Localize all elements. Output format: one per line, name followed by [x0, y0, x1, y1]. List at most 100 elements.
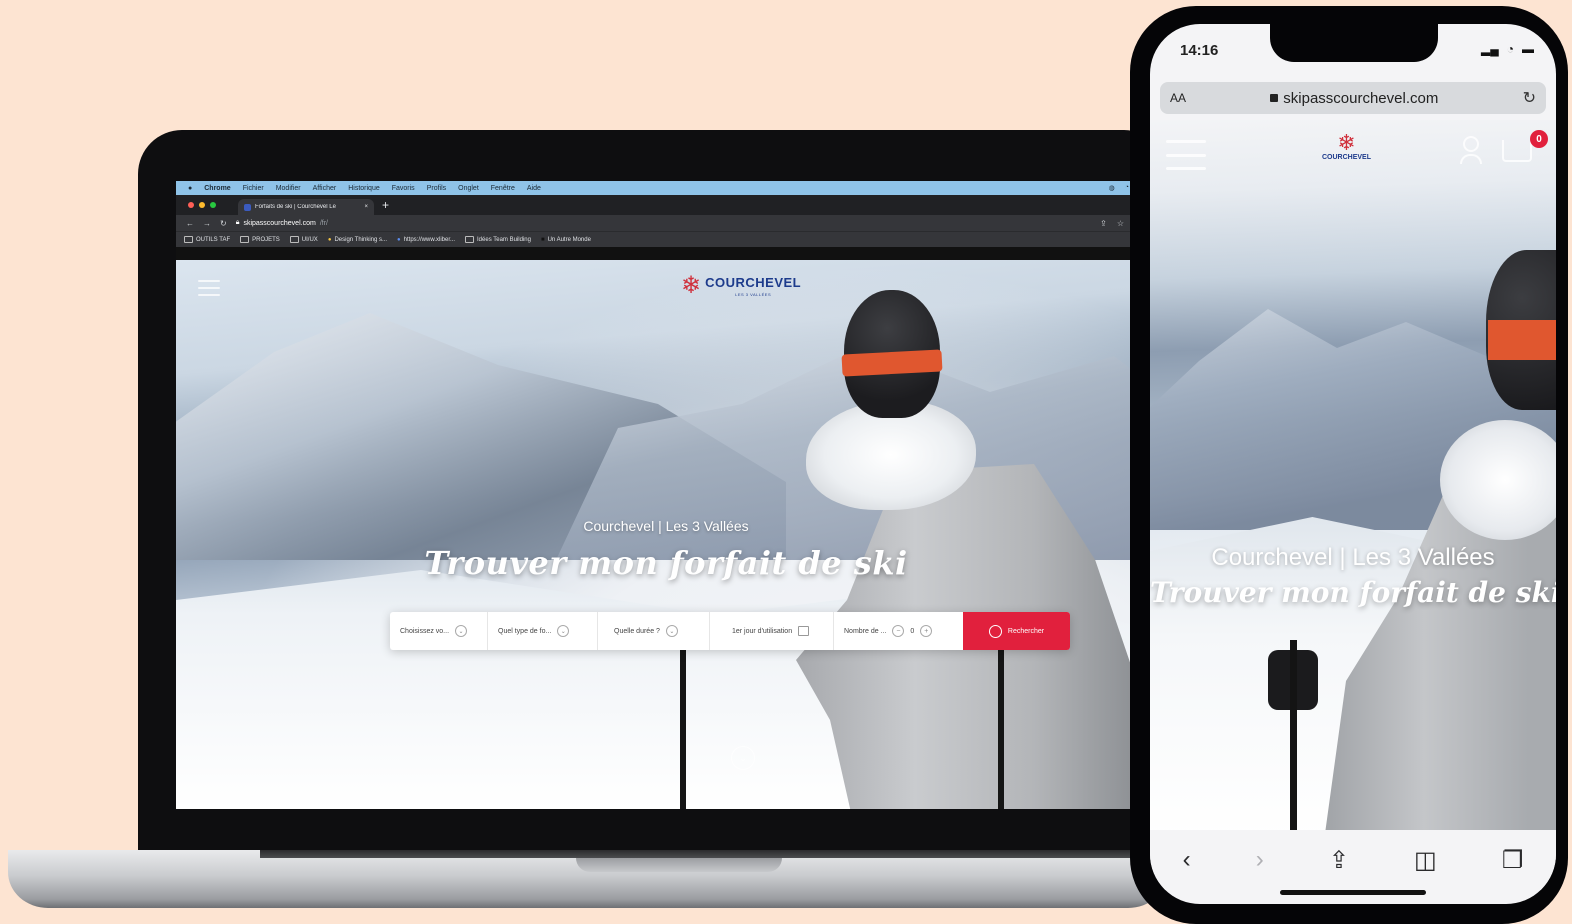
- folder-icon: [240, 236, 250, 243]
- mobile-url: skipasscourchevel.com: [1283, 89, 1439, 107]
- address-bar[interactable]: 🔒︎ skipasscourchevel.com/fr/: [236, 219, 328, 227]
- square-icon: ■: [540, 236, 545, 243]
- bookmark-item[interactable]: OUTILS TAF: [184, 236, 230, 243]
- bookmark-item[interactable]: UI/UX: [289, 236, 318, 243]
- quantity-value: 0: [910, 627, 915, 635]
- menu-aide[interactable]: Aide: [527, 185, 541, 192]
- bookmark-item[interactable]: PROJETS: [240, 236, 280, 243]
- menu-onglet[interactable]: Onglet: [458, 185, 479, 192]
- share-icon[interactable]: ⇪: [1100, 219, 1107, 228]
- reload-icon[interactable]: ↻: [1523, 88, 1536, 108]
- tab-title: Forfaits de ski | Courchevel Le: [255, 204, 336, 210]
- mac-menubar: ● Chrome Fichier Modifier Afficher Histo…: [176, 181, 1156, 195]
- browser-tab[interactable]: Forfaits de ski | Courchevel Le ×: [238, 199, 374, 215]
- minus-icon[interactable]: −: [892, 625, 905, 637]
- safari-toolbar: ‹ › ⇪ ◫ ❐: [1150, 830, 1556, 890]
- site-logo[interactable]: ❄ COURCHEVEL: [1322, 130, 1372, 162]
- laptop-notch: [576, 858, 782, 872]
- signal-icon: ▂▄: [1481, 42, 1499, 56]
- chevron-down-icon: ⌄: [455, 625, 468, 637]
- maximize-window-button[interactable]: [210, 202, 216, 208]
- hamburger-menu-icon[interactable]: [1166, 140, 1206, 170]
- chevron-down-icon: ⌄: [665, 625, 678, 637]
- search-button[interactable]: Rechercher: [963, 612, 1070, 650]
- pass-type-label: Quel type de fo...: [498, 627, 552, 635]
- address-host: skipasscourchevel.com: [243, 219, 316, 227]
- menu-historique[interactable]: Historique: [348, 185, 380, 192]
- ski-pole: [998, 640, 1004, 809]
- hero-section: ❄ COURCHEVEL LES 3 VALLÉES Courchevel | …: [176, 260, 1156, 809]
- folder-icon: [289, 236, 299, 243]
- duration-label: Quelle durée ?: [614, 627, 660, 635]
- cart-icon[interactable]: [1502, 140, 1532, 162]
- tab-close-icon[interactable]: ×: [364, 204, 368, 210]
- new-tab-button[interactable]: +: [382, 198, 389, 212]
- forward-icon[interactable]: ›: [1256, 846, 1264, 874]
- start-date-field[interactable]: 1er jour d'utilisation: [710, 612, 834, 650]
- phone-notch: [1270, 24, 1438, 62]
- site-logo[interactable]: ❄ COURCHEVEL LES 3 VALLÉES: [681, 274, 801, 298]
- duration-select[interactable]: Quelle durée ? ⌄: [598, 612, 710, 650]
- minimize-window-button[interactable]: [199, 202, 205, 208]
- wifi-icon: ◔: [1506, 42, 1514, 56]
- apple-icon[interactable]: ●: [188, 185, 192, 192]
- bookmark-label: Un Autre Monde: [547, 236, 591, 243]
- share-icon[interactable]: ⇪: [1329, 846, 1349, 875]
- cart-icon: [988, 624, 1002, 638]
- bookmark-label: PROJETS: [252, 236, 280, 243]
- pass-search-bar: Choisissez vo... ⌄ Quel type de fo... ⌄ …: [390, 612, 1070, 650]
- forward-icon[interactable]: →: [203, 219, 211, 228]
- bookmark-item[interactable]: Idées Team Building: [465, 236, 531, 243]
- chrome-tabstrip: Forfaits de ski | Courchevel Le × +: [176, 195, 1156, 215]
- window-controls: [176, 202, 216, 208]
- mobile-hero: ❄ COURCHEVEL 0 Courchevel | Les 3 Vallée…: [1150, 120, 1556, 830]
- tab-favicon-icon: [244, 203, 251, 211]
- battery-icon: ▬: [1522, 42, 1534, 56]
- bookmark-item[interactable]: ● https://www.xliber...: [397, 237, 455, 243]
- calendar-icon: [798, 626, 810, 636]
- bookmarks-icon[interactable]: ◫: [1414, 846, 1437, 875]
- menu-modifier[interactable]: Modifier: [276, 185, 301, 192]
- reload-icon[interactable]: ↻: [220, 219, 227, 228]
- pass-type-select[interactable]: Quel type de fo... ⌄: [488, 612, 598, 650]
- bookmark-label: UI/UX: [301, 236, 318, 243]
- back-icon[interactable]: ←: [186, 219, 194, 228]
- bookmark-star-icon[interactable]: ☆: [1117, 219, 1124, 228]
- wifi-icon[interactable]: ◔: [1125, 184, 1129, 192]
- bookmark-item[interactable]: ● Design Thinking s...: [328, 237, 387, 243]
- close-window-button[interactable]: [188, 202, 194, 208]
- menu-app-name[interactable]: Chrome: [204, 185, 230, 192]
- bookmarks-bar: OUTILS TAF PROJETS UI/UX ● Design Thinkin…: [176, 231, 1156, 247]
- logo-name: COURCHEVEL: [1322, 154, 1372, 161]
- snowflake-logo-icon: ❄: [1337, 130, 1356, 155]
- hamburger-menu-icon[interactable]: [198, 280, 220, 296]
- plus-icon[interactable]: +: [920, 625, 933, 637]
- bookmark-label: https://www.xliber...: [403, 236, 456, 243]
- mobile-address-bar[interactable]: AA skipasscourchevel.com ↻: [1160, 82, 1546, 114]
- logo-subtitle: LES 3 VALLÉES: [735, 292, 772, 297]
- bookmark-label: Design Thinking s...: [334, 236, 388, 243]
- destination-label: Choisissez vo...: [400, 627, 450, 635]
- account-icon[interactable]: [1460, 136, 1482, 164]
- menu-profils[interactable]: Profils: [427, 185, 446, 192]
- chevron-down-icon: ⌄: [557, 625, 570, 637]
- logo-name: COURCHEVEL: [705, 275, 802, 290]
- home-indicator[interactable]: [1280, 890, 1426, 895]
- skier-headband: [1488, 320, 1556, 360]
- lock-icon: 🔒︎: [235, 219, 240, 226]
- bookmark-item[interactable]: ■ Un Autre Monde: [541, 237, 591, 243]
- menu-fenetre[interactable]: Fenêtre: [491, 185, 515, 192]
- scroll-down-icon[interactable]: ⌄: [731, 746, 755, 770]
- menu-fichier[interactable]: Fichier: [243, 185, 264, 192]
- back-icon[interactable]: ‹: [1183, 846, 1191, 874]
- bookmark-label: Idées Team Building: [477, 236, 531, 243]
- lightbulb-icon: ●: [327, 236, 332, 243]
- tabs-icon[interactable]: ❐: [1502, 846, 1524, 875]
- menu-afficher[interactable]: Afficher: [313, 185, 337, 192]
- menu-favoris[interactable]: Favoris: [392, 185, 415, 192]
- start-date-label: 1er jour d'utilisation: [732, 627, 793, 635]
- reader-settings-button[interactable]: AA: [1170, 91, 1186, 105]
- destination-select[interactable]: Choisissez vo... ⌄: [390, 612, 488, 650]
- status-extension-icon[interactable]: ◍: [1109, 184, 1115, 192]
- hero-subtitle: Courchevel | Les 3 Vallées: [583, 518, 749, 534]
